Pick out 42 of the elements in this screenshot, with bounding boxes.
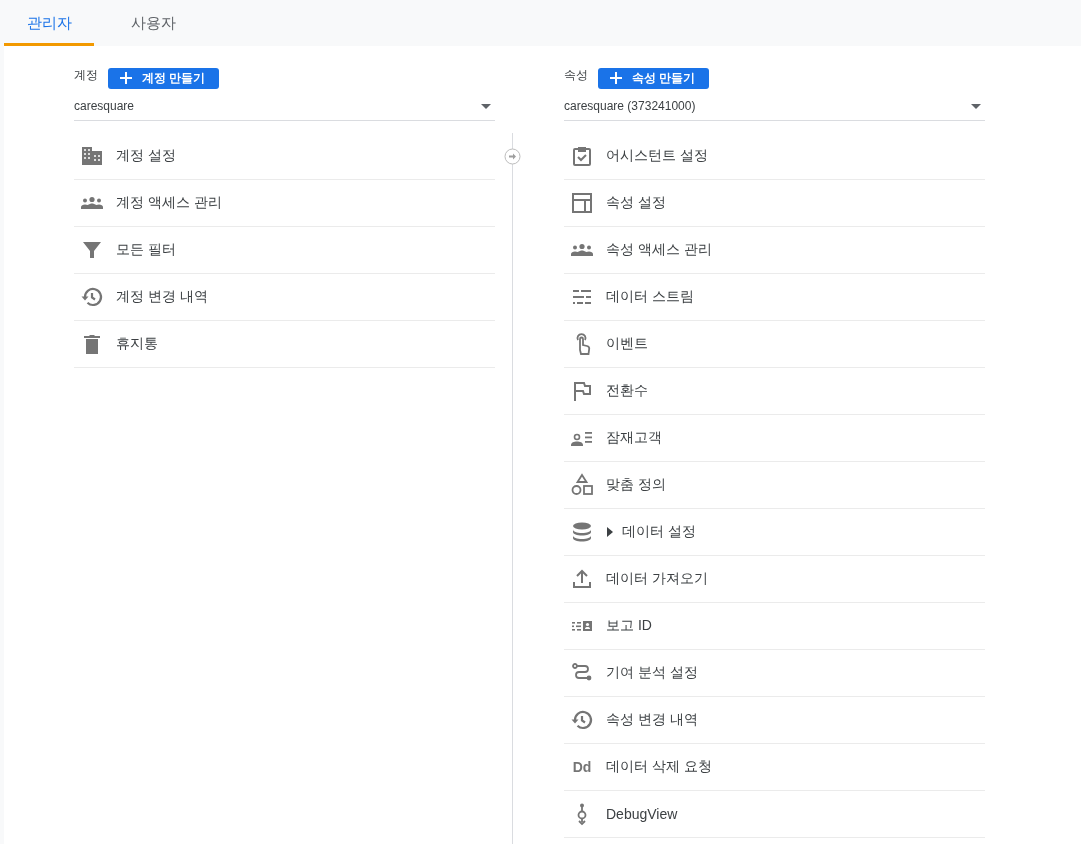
create-button[interactable]: 계정 만들기 <box>108 67 220 89</box>
menu-item[interactable]: 휴지통 <box>74 321 495 368</box>
menu-item[interactable]: Dd 데이터 삭제 요청 <box>564 744 985 791</box>
history-icon <box>570 708 594 732</box>
menu-item[interactable]: 모든 필터 <box>74 227 495 274</box>
menu-item[interactable]: 속성 설정 <box>564 180 985 227</box>
menu-item[interactable]: 속성 변경 내역 <box>564 697 985 744</box>
menu-item[interactable]: 어시스턴트 설정 <box>564 133 985 180</box>
menu-item[interactable]: 계정 변경 내역 <box>74 274 495 321</box>
arrow-circle-icon <box>504 148 521 165</box>
menu-item[interactable]: DebugView <box>564 791 985 838</box>
menu-item[interactable]: 데이터 가져오기 <box>564 556 985 603</box>
upload-icon <box>570 567 594 591</box>
menu-item[interactable]: 기여 분석 설정 <box>564 650 985 697</box>
plus-icon <box>120 72 132 84</box>
menu-item[interactable]: 데이터 설정 <box>564 509 985 556</box>
dd-icon: Dd <box>570 759 594 775</box>
menu-item[interactable]: 데이터 스트림 <box>564 274 985 321</box>
select-field[interactable]: caresquare (373241000) <box>564 92 985 121</box>
menu-item[interactable]: 계정 액세스 관리 <box>74 180 495 227</box>
history-icon <box>80 285 104 309</box>
layout-icon <box>570 191 594 215</box>
section-label: 속성 <box>564 66 588 84</box>
menu-item[interactable]: 보고 ID <box>564 603 985 650</box>
create-button[interactable]: 속성 만들기 <box>598 67 710 89</box>
menu-item[interactable]: 전환수 <box>564 368 985 415</box>
dropdown-caret-icon <box>481 103 491 109</box>
menu-item[interactable]: 이벤트 <box>564 321 985 368</box>
plus-icon <box>610 72 622 84</box>
building-icon <box>80 144 104 168</box>
clipboard-check-icon <box>570 144 594 168</box>
section-label: 계정 <box>74 66 98 84</box>
menu-item[interactable]: 잠재고객 <box>564 415 985 462</box>
tab[interactable]: 사용자 <box>94 0 212 46</box>
database-icon <box>570 520 594 544</box>
menu-item[interactable]: 계정 설정 <box>74 133 495 180</box>
expand-arrow-icon[interactable] <box>606 527 614 537</box>
menu-item[interactable]: 속성 액세스 관리 <box>564 227 985 274</box>
select-field[interactable]: caresquare <box>74 92 495 121</box>
menu-item[interactable]: 맞춤 정의 <box>564 462 985 509</box>
dropdown-caret-icon <box>971 103 981 109</box>
shapes-icon <box>570 473 594 497</box>
